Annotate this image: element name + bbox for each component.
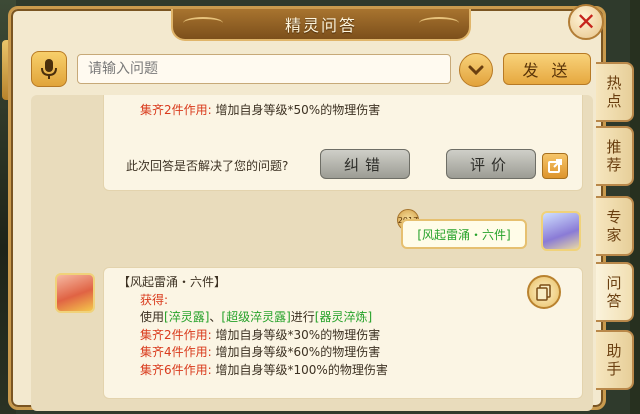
- previous-set-label: 集齐2件作用:: [140, 103, 212, 117]
- tab-qa-label-top: 问: [606, 274, 622, 292]
- usage-prefix: 使用: [140, 310, 165, 324]
- share-icon: [548, 159, 562, 173]
- feedback-question: 此次回答是否解决了您的问题?: [126, 159, 289, 173]
- tab-assistant[interactable]: 助 手: [596, 330, 634, 390]
- share-button[interactable]: [542, 153, 568, 179]
- set6-effect: 增加自身等级*100%的物理伤害: [215, 362, 388, 377]
- usage-mid: 进行: [290, 310, 315, 324]
- previous-set-line: 集齐2件作用: 增加自身等级*50%的物理伤害: [140, 101, 380, 118]
- window-title: 精灵问答: [284, 16, 357, 35]
- set4-line: 集齐4件作用: 增加自身等级*60%的物理伤害: [118, 344, 582, 362]
- usage-separator: 、: [209, 310, 222, 324]
- user-avatar: [541, 211, 581, 251]
- history-dropdown-button[interactable]: [459, 53, 493, 87]
- tab-recommend-label-bottom: 荐: [606, 156, 622, 174]
- tab-recommend-label-top: 推: [606, 138, 622, 156]
- tab-recommend[interactable]: 推 荐: [596, 126, 634, 186]
- correct-error-button[interactable]: 纠错: [320, 149, 410, 179]
- tab-qa[interactable]: 问 答: [596, 262, 634, 322]
- user-message[interactable]: [风起雷涌・六件]: [401, 219, 527, 249]
- chevron-down-icon: [468, 65, 484, 76]
- tab-qa-label-bottom: 答: [606, 292, 622, 310]
- copy-button[interactable]: [527, 275, 561, 309]
- tab-hot-label-top: 热: [606, 74, 622, 92]
- voice-input-button[interactable]: [31, 51, 67, 87]
- tab-hot[interactable]: 热 点: [596, 62, 634, 122]
- title-ornament-right: [419, 17, 459, 29]
- set6-line: 集齐6件作用: 增加自身等级*100%的物理伤害: [118, 362, 582, 380]
- item-link-2[interactable]: [超级淬灵露]: [221, 310, 290, 324]
- item-link-3[interactable]: [器灵淬炼]: [315, 310, 372, 324]
- question-input[interactable]: [77, 54, 451, 84]
- tab-assistant-label-top: 助: [606, 342, 622, 360]
- rate-button[interactable]: 评价: [446, 149, 536, 179]
- previous-answer-bubble: 集齐2件作用: 增加自身等级*50%的物理伤害 此次回答是否解决了您的问题? 纠…: [103, 95, 583, 191]
- tab-assistant-label-bottom: 手: [606, 360, 622, 378]
- set6-label: 集齐6件作用:: [140, 362, 212, 377]
- tab-expert[interactable]: 专 家: [596, 196, 634, 256]
- tab-hot-label-bottom: 点: [606, 92, 622, 110]
- title-ornament-left: [183, 17, 223, 29]
- set4-label: 集齐4件作用:: [140, 345, 212, 359]
- send-button[interactable]: 发 送: [503, 53, 591, 85]
- qa-panel: 精灵问答 发 送 集齐2件作用: 增加自身等级*50%的物理伤害 此次回答是否解…: [8, 6, 606, 411]
- item-link-1[interactable]: [淬灵露]: [164, 310, 209, 324]
- tab-expert-label-top: 专: [606, 208, 622, 226]
- set2-line: 集齐2件作用: 增加自身等级*30%的物理伤害: [118, 327, 582, 345]
- chat-area[interactable]: 集齐2件作用: 增加自身等级*50%的物理伤害 此次回答是否解决了您的问题? 纠…: [31, 95, 593, 411]
- assistant-reply-bubble: 【风起雷涌・六件】 获得: 使用[淬灵露]、[超级淬灵露]进行[器灵淬炼] 集齐…: [103, 267, 583, 399]
- reply-title: 【风起雷涌・六件】: [118, 275, 227, 289]
- set4-effect: 增加自身等级*60%的物理伤害: [215, 345, 381, 359]
- set2-effect: 增加自身等级*30%的物理伤害: [215, 327, 381, 342]
- microphone-icon: [41, 59, 57, 79]
- close-button[interactable]: ✕: [568, 4, 604, 40]
- previous-set-effect: 增加自身等级*50%的物理伤害: [215, 103, 381, 117]
- reply-obtain-label: 获得:: [140, 292, 169, 307]
- copy-icon: [536, 284, 551, 301]
- reply-usage-line: 使用[淬灵露]、[超级淬灵露]进行[器灵淬炼]: [118, 309, 582, 327]
- title-bar: 精灵问答: [171, 9, 471, 41]
- tab-expert-label-bottom: 家: [606, 226, 622, 244]
- set2-label: 集齐2件作用:: [140, 327, 212, 342]
- assistant-avatar: [55, 273, 95, 313]
- close-icon: ✕: [575, 8, 597, 36]
